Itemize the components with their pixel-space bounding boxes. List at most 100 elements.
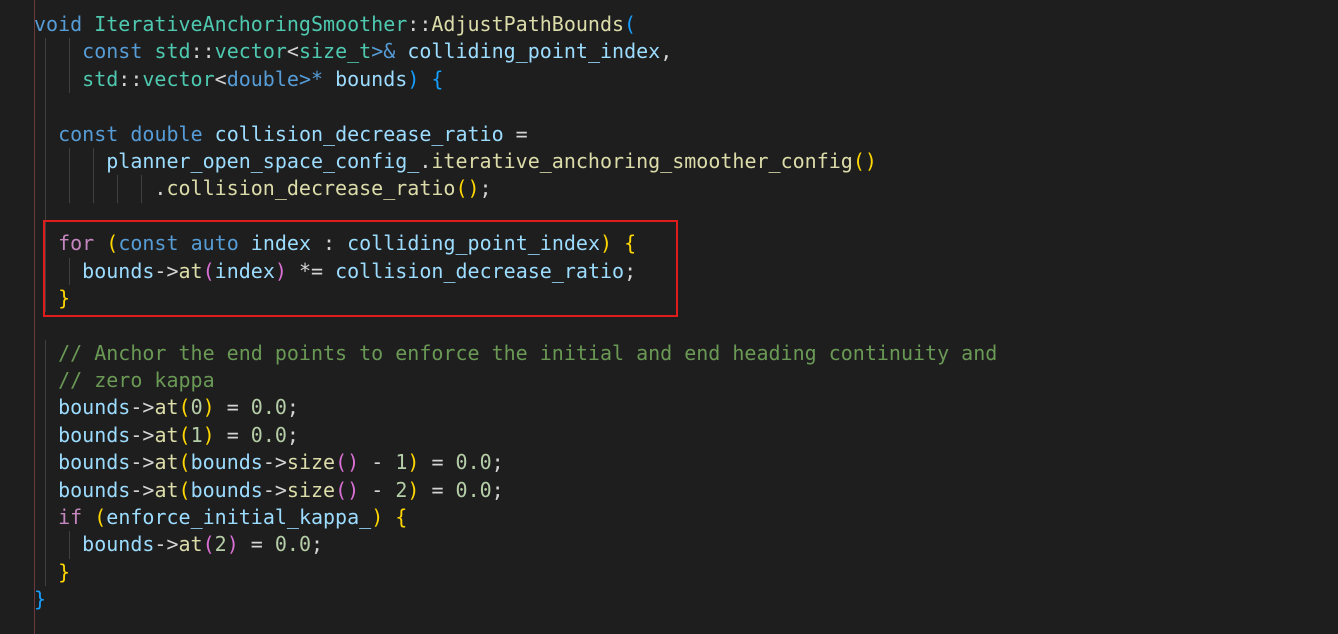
code-line[interactable]: bounds->at(bounds->size() - 1) = 0.0; bbox=[34, 449, 997, 477]
code-token: for bbox=[58, 231, 95, 256]
code-token: { bbox=[395, 505, 408, 530]
code-line[interactable]: std::vector<double>* bounds) { bbox=[34, 65, 997, 94]
code-line[interactable]: bounds->at(bounds->size() - 2) = 0.0; bbox=[34, 476, 997, 505]
code-line[interactable] bbox=[34, 312, 997, 339]
code-token: index bbox=[250, 231, 312, 256]
code-token: -> bbox=[130, 395, 155, 420]
code-token: ( bbox=[178, 477, 191, 502]
code-token: ( bbox=[94, 505, 107, 530]
indent-guide bbox=[44, 421, 46, 450]
code-line[interactable]: .collision_decrease_ratio(); bbox=[34, 175, 997, 203]
code-line[interactable]: } bbox=[34, 284, 997, 313]
code-token: = bbox=[419, 477, 456, 502]
code-token: 2 bbox=[395, 477, 408, 502]
code-line[interactable] bbox=[34, 202, 997, 231]
code-token: size bbox=[286, 450, 336, 475]
indent-guide bbox=[44, 65, 46, 94]
code-token: ; bbox=[286, 395, 299, 420]
code-line[interactable]: const double collision_decrease_ratio = bbox=[34, 120, 997, 148]
code-token: - bbox=[359, 450, 396, 475]
code-body[interactable]: void IterativeAnchoringSmoother::AdjustP… bbox=[34, 11, 997, 614]
code-line[interactable]: planner_open_space_config_.iterative_anc… bbox=[34, 147, 997, 176]
indent-guide bbox=[44, 449, 46, 477]
code-line[interactable]: } bbox=[34, 586, 997, 613]
code-token: 0.0 bbox=[455, 450, 492, 475]
code-token: ) bbox=[226, 532, 239, 557]
code-editor[interactable]: void IterativeAnchoringSmoother::AdjustP… bbox=[0, 0, 1338, 634]
code-token: ; bbox=[286, 422, 299, 447]
code-token: () bbox=[335, 477, 360, 502]
indent-guide bbox=[93, 147, 94, 176]
code-line[interactable]: // Anchor the end points to enforce the … bbox=[34, 339, 997, 368]
code-token: bounds bbox=[58, 422, 131, 447]
code-token: < bbox=[214, 66, 227, 91]
code-line[interactable] bbox=[34, 93, 997, 121]
code-line[interactable]: for (const auto index : colliding_point_… bbox=[34, 230, 997, 258]
code-token: // zero kappa bbox=[58, 368, 215, 393]
code-token: ) bbox=[202, 395, 215, 420]
code-token: ) bbox=[274, 258, 287, 283]
code-token: ) bbox=[600, 231, 613, 256]
code-line[interactable]: void IterativeAnchoringSmoother::AdjustP… bbox=[34, 11, 997, 38]
code-token: const bbox=[118, 231, 179, 256]
code-token: bounds bbox=[58, 450, 131, 475]
code-token: const bbox=[82, 39, 143, 64]
code-token: ( bbox=[202, 258, 215, 283]
code-token: >& bbox=[371, 39, 408, 64]
code-token: bounds bbox=[335, 66, 408, 91]
code-token: { bbox=[431, 66, 444, 91]
code-token: () bbox=[455, 176, 480, 201]
code-token: -> bbox=[130, 450, 155, 475]
indent-guide bbox=[44, 230, 46, 258]
indent-guide bbox=[68, 257, 70, 285]
code-token: = bbox=[214, 422, 251, 447]
code-line[interactable]: const std::vector<size_t>& colliding_poi… bbox=[34, 38, 997, 66]
code-token: = bbox=[419, 450, 456, 475]
code-token: enforce_initial_kappa_ bbox=[106, 505, 372, 530]
code-line[interactable]: bounds->at(1) = 0.0; bbox=[34, 421, 997, 450]
code-line[interactable]: // zero kappa bbox=[34, 367, 997, 395]
code-token: size bbox=[286, 477, 336, 502]
code-token: void bbox=[34, 12, 83, 36]
code-token: bounds bbox=[58, 477, 131, 502]
indent-guide bbox=[44, 476, 46, 505]
code-token: >* bbox=[298, 66, 336, 91]
code-token: size_t bbox=[298, 39, 372, 64]
code-token: at bbox=[154, 395, 179, 420]
code-token: bounds bbox=[82, 532, 155, 557]
code-token: bounds bbox=[82, 258, 155, 283]
code-token: collision_decrease_ratio bbox=[335, 258, 625, 283]
code-token: ) bbox=[202, 422, 215, 447]
code-token: ( bbox=[178, 450, 191, 475]
code-line[interactable]: } bbox=[34, 558, 997, 587]
code-line[interactable]: bounds->at(2) = 0.0; bbox=[34, 531, 997, 559]
code-token: :: bbox=[190, 39, 215, 64]
code-token: -> bbox=[130, 477, 155, 502]
code-token: () bbox=[852, 148, 877, 173]
indent-guide bbox=[44, 120, 46, 148]
code-line[interactable]: bounds->at(0) = 0.0; bbox=[34, 394, 997, 422]
code-line[interactable]: if (enforce_initial_kappa_) { bbox=[34, 504, 997, 532]
code-token: ; bbox=[491, 450, 504, 475]
code-token: 0.0 bbox=[455, 477, 492, 502]
indent-guide bbox=[44, 257, 46, 285]
code-token: { bbox=[624, 231, 637, 256]
code-line[interactable]: bounds->at(index) *= collision_decrease_… bbox=[34, 257, 997, 285]
indent-guide bbox=[141, 175, 143, 203]
indent-guide bbox=[68, 38, 70, 66]
code-token: < bbox=[286, 39, 299, 64]
